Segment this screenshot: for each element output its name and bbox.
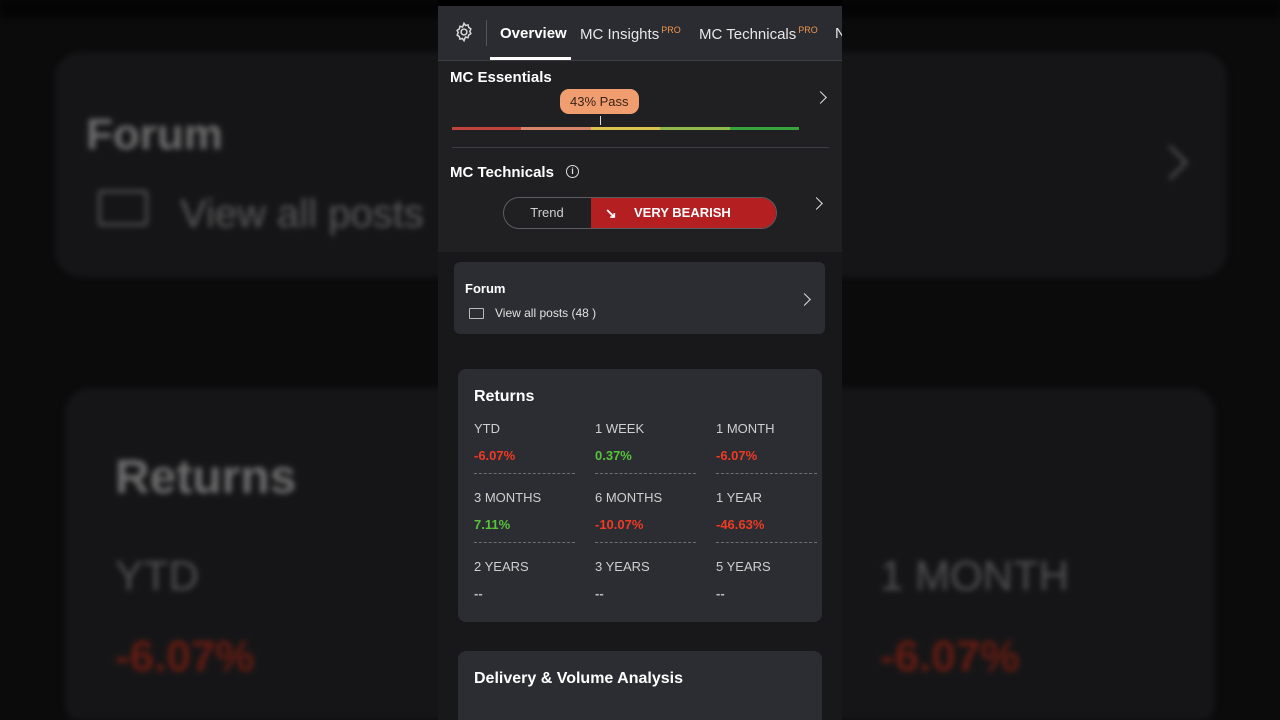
forum-card[interactable]: Forum View all posts (48 ) (454, 262, 825, 334)
tab-next-label: N (835, 25, 842, 42)
active-tab-indicator (490, 57, 571, 60)
return-label: 1 MONTH (716, 421, 775, 436)
forum-chevron-right-icon[interactable] (798, 293, 811, 306)
return-label: 5 YEARS (716, 559, 771, 574)
return-label: 1 WEEK (595, 421, 645, 436)
return-divider (474, 473, 575, 474)
technicals-chevron-right-icon[interactable] (810, 197, 823, 210)
trend-label: Trend (530, 205, 564, 220)
return-divider (716, 542, 817, 543)
meter-segment (452, 127, 522, 130)
tab-overview-label: Overview (500, 25, 567, 42)
meter-segment (521, 127, 591, 130)
trend-value-text: VERY BEARISH (634, 205, 731, 220)
meter-segment (660, 127, 730, 130)
tab-separator (486, 20, 487, 46)
delivery-volume-card: Delivery & Volume Analysis (458, 651, 822, 720)
tab-overview[interactable]: Overview (500, 25, 567, 42)
meter-segment (590, 127, 661, 130)
return-value: -- (716, 586, 725, 601)
gear-icon[interactable] (453, 21, 475, 43)
return-divider (595, 473, 696, 474)
return-divider (716, 473, 817, 474)
meter-pointer (600, 116, 601, 125)
bg-returns-title: Returns (115, 451, 297, 504)
phone-screen: Overview MC Insights PRO MC Technicals PRO… (438, 0, 842, 720)
return-item: 3 MONTHS 7.11% (474, 490, 575, 543)
bg-message-icon (98, 190, 148, 226)
return-value: -- (474, 586, 483, 601)
delivery-volume-title: Delivery & Volume Analysis (474, 670, 683, 687)
return-value: -10.07% (595, 517, 644, 532)
return-value: 7.11% (474, 517, 511, 532)
return-item: 5 YEARS -- (716, 559, 817, 601)
meter-segment (729, 127, 800, 130)
tab-next-partial[interactable]: N (835, 25, 842, 42)
tab-mc-technicals-label: MC Technicals (699, 26, 797, 43)
tab-mc-insights[interactable]: MC Insights PRO (580, 25, 681, 43)
section-divider (452, 147, 829, 148)
return-divider (595, 542, 696, 543)
info-icon[interactable]: i (566, 165, 579, 178)
trend-down-arrow-icon: ↘ (605, 205, 617, 221)
return-value: -6.07% (716, 448, 758, 463)
return-item: 1 YEAR -46.63% (716, 490, 817, 543)
return-divider (474, 542, 575, 543)
returns-card: Returns YTD -6.07% 1 WEEK 0.37% 1 MONTH -6.07… (458, 369, 822, 622)
trend-value: ↘ VERY BEARISH (591, 198, 776, 228)
bg-month-label: 1 MONTH (880, 552, 1069, 599)
return-label: 3 YEARS (595, 559, 650, 574)
pro-badge: PRO (661, 25, 681, 35)
tab-mc-technicals[interactable]: MC Technicals PRO (699, 25, 818, 43)
return-label: 2 YEARS (474, 559, 529, 574)
bg-month-value: -6.07% (880, 632, 1020, 681)
return-item: YTD -6.07% (474, 421, 575, 474)
return-item: 2 YEARS -- (474, 559, 575, 601)
bg-ytd-value: -6.07% (115, 632, 255, 681)
return-label: 3 MONTHS (474, 490, 542, 505)
return-label: 1 YEAR (716, 490, 763, 505)
mc-essentials-title: MC Essentials (450, 69, 552, 86)
mc-technicals-title: MC Technicals (450, 164, 554, 181)
bg-view-all-text: View all posts (180, 192, 424, 236)
essentials-chevron-right-icon[interactable] (814, 91, 827, 104)
forum-title: Forum (465, 281, 506, 296)
bg-ytd-label: YTD (115, 552, 199, 599)
return-label: YTD (474, 421, 500, 436)
returns-title: Returns (474, 388, 535, 405)
return-value: -6.07% (474, 448, 516, 463)
return-value: -- (595, 586, 604, 601)
pro-badge: PRO (798, 25, 818, 35)
essentials-meter (452, 127, 800, 130)
return-label: 6 MONTHS (595, 490, 663, 505)
return-item: 3 YEARS -- (595, 559, 696, 601)
return-value: 0.37% (595, 448, 632, 463)
tab-bar: Overview MC Insights PRO MC Technicals PRO… (438, 6, 842, 61)
return-item: 1 WEEK 0.37% (595, 421, 696, 474)
pass-score-badge: 43% Pass (560, 89, 639, 114)
view-all-posts-link[interactable]: View all posts (48 ) (495, 306, 596, 320)
return-value: -46.63% (716, 517, 765, 532)
return-item: 1 MONTH -6.07% (716, 421, 817, 474)
trend-pill[interactable]: Trend ↘ VERY BEARISH (503, 197, 777, 229)
return-item: 6 MONTHS -10.07% (595, 490, 696, 543)
message-icon (469, 308, 484, 319)
tab-mc-insights-label: MC Insights (580, 26, 660, 43)
bg-forum-title: Forum (86, 110, 223, 159)
